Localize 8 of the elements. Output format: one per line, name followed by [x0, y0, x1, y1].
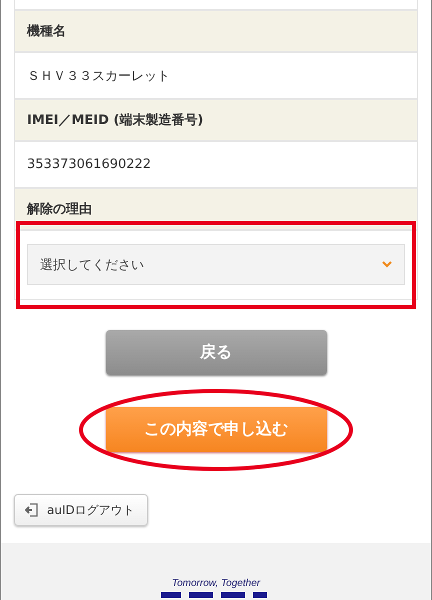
tagline: Tomorrow, Together [172, 578, 260, 589]
logout-icon [25, 503, 39, 517]
field-label: 機種名 [15, 11, 417, 53]
reason-select[interactable]: 選択してください [27, 244, 405, 285]
field-label: 解除の理由 [15, 189, 417, 231]
field-label: IMEI／MEID (端末製造番号) [15, 100, 417, 142]
logout-button[interactable]: auIDログアウト [14, 494, 148, 526]
chevron-down-icon [382, 261, 392, 268]
